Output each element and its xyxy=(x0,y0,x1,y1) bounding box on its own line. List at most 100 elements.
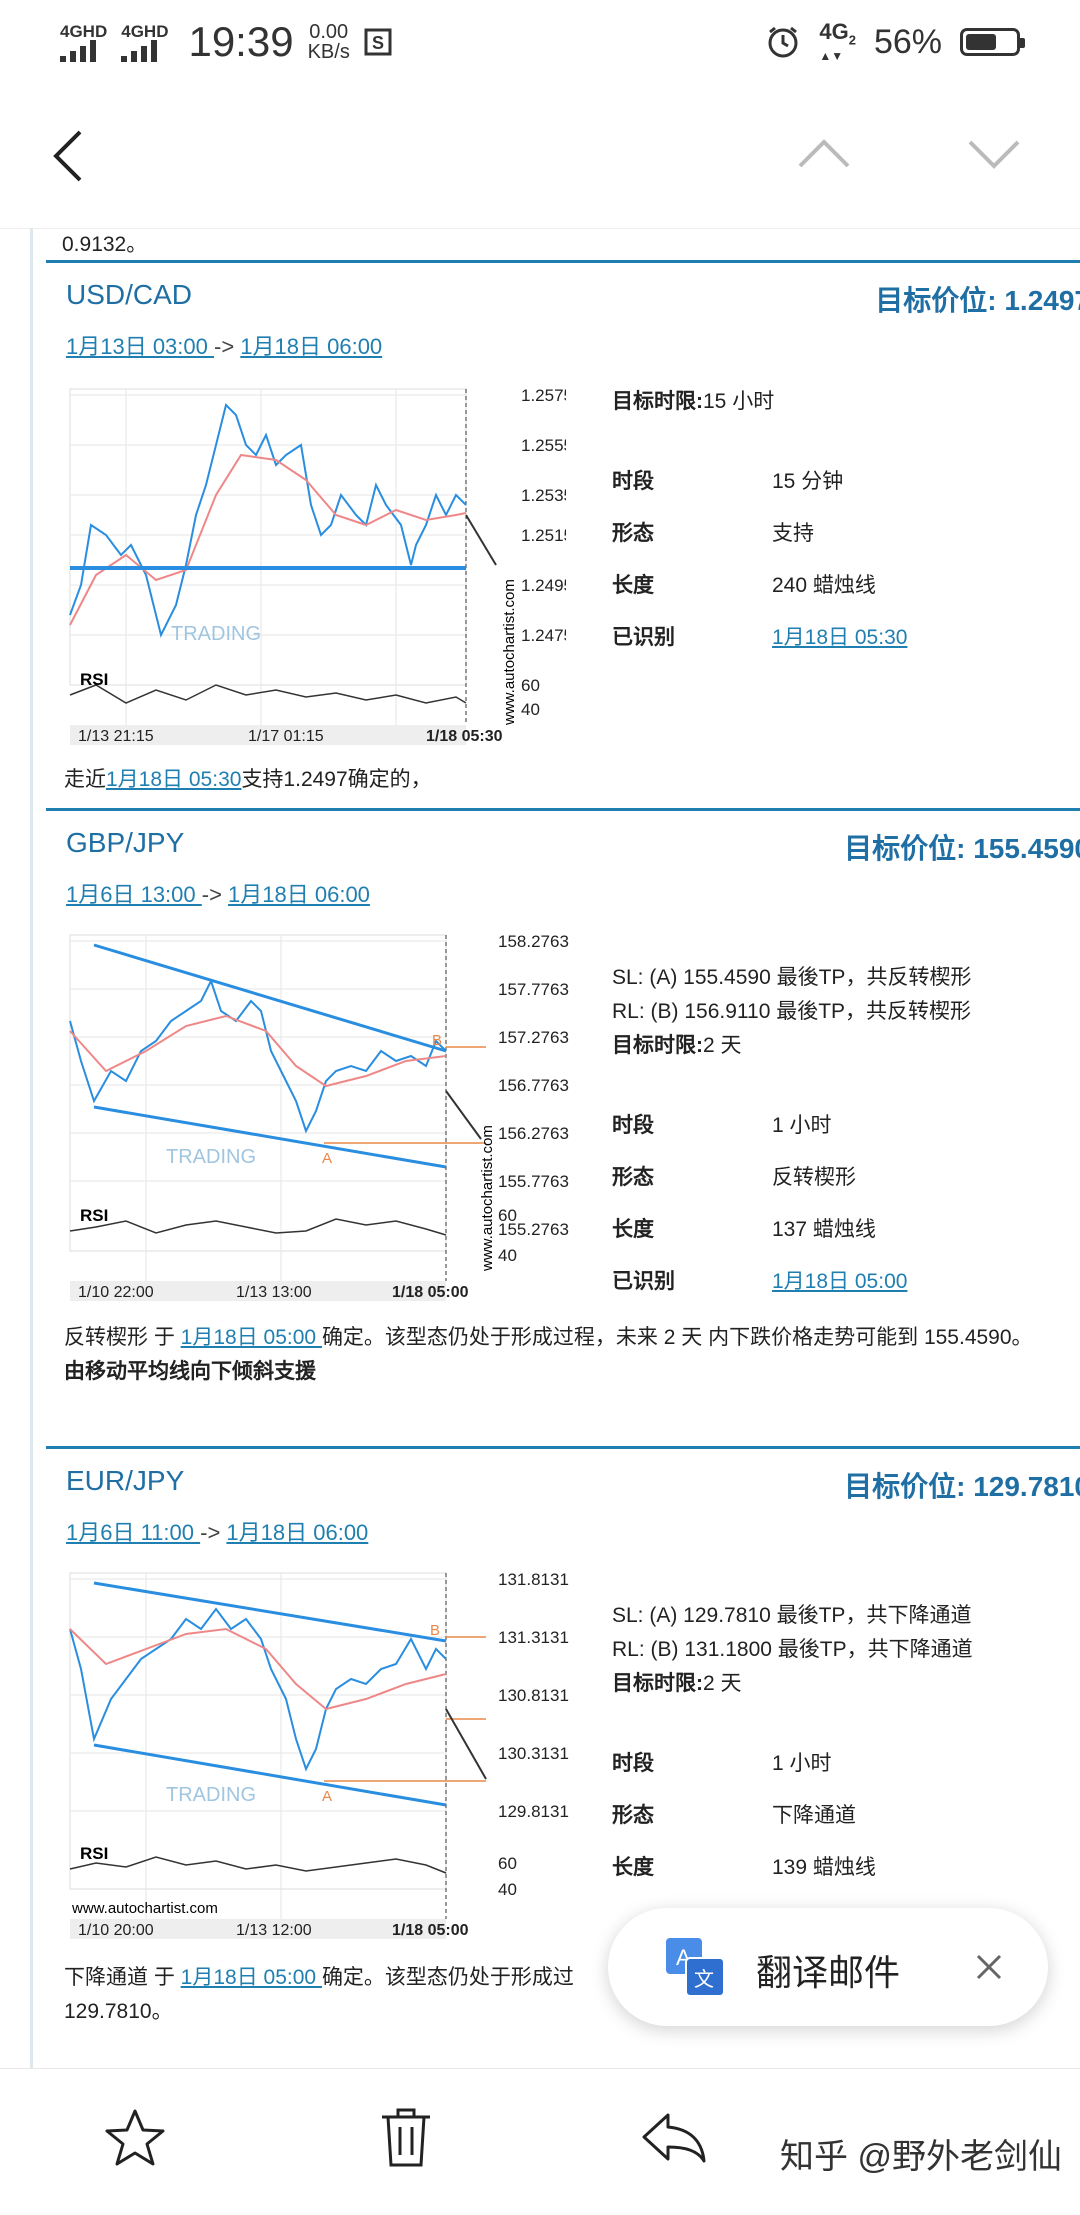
chart-eurjpy[interactable]: A B TRADING RSI www.autochartist.com 131… xyxy=(66,1569,586,1939)
screenshot-notification-icon: S xyxy=(364,28,392,56)
watermark: 知乎 @野外老剑仙 xyxy=(780,2138,1062,2176)
quote-line xyxy=(30,228,33,2068)
rl-row: RL: (B) 156.9110 最後TP，共反转楔形 xyxy=(612,1000,972,1023)
star-icon[interactable] xyxy=(104,2107,166,2169)
back-arrow-icon[interactable] xyxy=(48,126,88,186)
target-price: 目标价位: 129.7810 xyxy=(844,1471,1080,1502)
y-tick: 156.2763 xyxy=(498,1124,569,1143)
to-time-link[interactable]: 1月18日 06:00 xyxy=(228,882,370,907)
to-time-link[interactable]: 1月18日 06:00 xyxy=(240,334,382,359)
rsi-tick: 60 xyxy=(498,1206,517,1225)
close-icon[interactable] xyxy=(974,1952,1004,1982)
pattern-card-usdcad: USD/CAD 目标价位: 1.2497 1月13日 03:00 -> 1月18… xyxy=(46,260,1080,811)
sl-row: SL: (A) 129.7810 最後TP，共下降通道 xyxy=(612,1604,972,1627)
pattern-description: 反转楔形 于 1月18日 05:00 确定。该型态仍处于形成过程，未来 2 天 … xyxy=(64,1321,1054,1389)
y-tick: 1.2575 xyxy=(521,386,566,405)
info-row: 形态 反转楔形 xyxy=(612,1166,856,1189)
currency-pair: GBP/JPY xyxy=(66,827,185,858)
reply-icon[interactable] xyxy=(640,2109,708,2165)
x-tick: 1/13 21:15 xyxy=(78,728,154,745)
chart-watermark: www.autochartist.com xyxy=(479,1125,496,1272)
identified-time-link[interactable]: 1月18日 05:00 xyxy=(772,1265,907,1295)
signal-bars-icon xyxy=(60,39,96,62)
rsi-label: RSI xyxy=(80,1844,108,1863)
identified-time-link[interactable]: 1月18日 05:30 xyxy=(772,621,907,651)
chart-usdcad[interactable]: TRADING RSI 1.2575 1.2555 1.2535 1.2515 … xyxy=(66,385,566,745)
info-row: 长度 240 蜡烛线 xyxy=(612,574,876,597)
email-content[interactable]: 0.9132。 USD/CAD 目标价位: 1.2497 1月13日 03:00… xyxy=(0,228,1080,2068)
trash-icon[interactable] xyxy=(378,2105,434,2169)
chart-brand: TRADING xyxy=(166,1784,256,1806)
info-row: 目标时限: 2 天 xyxy=(612,1672,742,1695)
pattern-card-gbpjpy: GBP/JPY 目标价位: 155.4590 1月6日 13:00 -> 1月1… xyxy=(46,808,1080,1451)
alarm-icon xyxy=(768,27,798,58)
rsi-tick: 40 xyxy=(498,1880,517,1899)
from-time-link[interactable]: 1月6日 13:00 xyxy=(66,882,202,907)
y-tick: 1.2475 xyxy=(521,626,566,645)
target-price: 目标价位: 155.4590 xyxy=(844,833,1080,864)
clock: 19:39 xyxy=(188,18,294,65)
rsi-tick: 40 xyxy=(521,700,540,719)
desc-time-link[interactable]: 1月18日 05:00 xyxy=(181,1966,322,1989)
status-bar: 4GHD 4GHD 19:39 0.00 KB/s S 4G2 ▲▼ 56% xyxy=(0,0,1080,88)
y-tick: 131.3131 xyxy=(498,1628,569,1647)
point-b-label: B xyxy=(432,1032,442,1049)
rsi-label: RSI xyxy=(80,670,108,689)
svg-text:文: 文 xyxy=(694,1968,714,1991)
network-indicator: 4G2 ▲▼ xyxy=(819,19,856,64)
signal-bars-icon xyxy=(121,39,158,62)
currency-pair: EUR/JPY xyxy=(66,1465,185,1496)
chart-brand: TRADING xyxy=(166,1146,256,1168)
from-time-link[interactable]: 1月6日 11:00 xyxy=(66,1520,200,1545)
info-row: 时段 15 分钟 xyxy=(612,470,844,493)
desc-time-link[interactable]: 1月18日 05:00 xyxy=(181,1326,322,1349)
signal-1: 4GHD xyxy=(60,23,107,62)
y-tick: 157.2763 xyxy=(498,1028,569,1047)
chart-brand: TRADING xyxy=(171,623,261,645)
x-tick: 1/13 12:00 xyxy=(236,1922,312,1939)
to-time-link[interactable]: 1月18日 06:00 xyxy=(226,1520,368,1545)
target-price: 目标价位: 1.2497 xyxy=(875,285,1080,316)
y-tick: 1.2555 xyxy=(521,436,566,455)
info-row: 时段 1 小时 xyxy=(612,1752,832,1775)
info-row: 形态 支持 xyxy=(612,522,814,545)
x-tick: 1/18 05:00 xyxy=(392,1284,469,1301)
y-tick: 1.2515 xyxy=(521,526,566,545)
point-a-label: A xyxy=(322,1150,332,1167)
chevron-down-icon[interactable] xyxy=(966,136,1022,172)
time-range: 1月6日 11:00 -> 1月18日 06:00 xyxy=(66,1520,369,1545)
desc-time-link[interactable]: 1月18日 05:30 xyxy=(106,768,241,791)
info-row: 已识别 1月18日 05:00 xyxy=(612,1265,907,1295)
time-range: 1月13日 03:00 -> 1月18日 06:00 xyxy=(66,334,383,359)
battery-percent: 56% xyxy=(873,22,942,61)
y-tick: 1.2535 xyxy=(521,486,566,505)
chevron-up-icon[interactable] xyxy=(796,136,852,172)
x-tick: 1/18 05:30 xyxy=(426,728,503,745)
y-tick: 130.8131 xyxy=(498,1686,569,1705)
info-row: 形态 下降通道 xyxy=(612,1804,856,1827)
chart-watermark: www.autochartist.com xyxy=(71,1900,218,1917)
y-tick: 156.7763 xyxy=(498,1076,569,1095)
translate-mail-toast[interactable]: A 文 翻译邮件 xyxy=(608,1908,1048,2026)
y-tick: 158.2763 xyxy=(498,932,569,951)
signal-2: 4GHD xyxy=(121,23,168,62)
x-tick: 1/10 20:00 xyxy=(78,1922,154,1939)
translate-mail-label[interactable]: 翻译邮件 xyxy=(756,1944,900,1996)
nav-bar xyxy=(0,88,1080,229)
point-a-label: A xyxy=(322,1788,332,1805)
translate-icon: A 文 xyxy=(666,1938,725,1997)
rsi-label: RSI xyxy=(80,1206,108,1225)
y-tick: 157.7763 xyxy=(498,980,569,999)
x-tick: 1/18 05:00 xyxy=(392,1922,469,1939)
x-tick: 1/10 22:00 xyxy=(78,1284,154,1301)
svg-text:S: S xyxy=(372,33,384,53)
x-tick: 1/13 13:00 xyxy=(236,1284,312,1301)
rsi-tick: 40 xyxy=(498,1246,517,1265)
y-tick: 130.3131 xyxy=(498,1744,569,1763)
rsi-tick: 60 xyxy=(521,676,540,695)
info-row: 长度 139 蜡烛线 xyxy=(612,1856,876,1879)
chart-gbpjpy[interactable]: A B TRADING RSI 158.2763 157.7763 157.27… xyxy=(66,931,586,1301)
pattern-description: 走近1月18日 05:30支持1.2497确定的， xyxy=(64,768,432,791)
rsi-tick: 60 xyxy=(498,1854,517,1873)
from-time-link[interactable]: 1月13日 03:00 xyxy=(66,334,214,359)
